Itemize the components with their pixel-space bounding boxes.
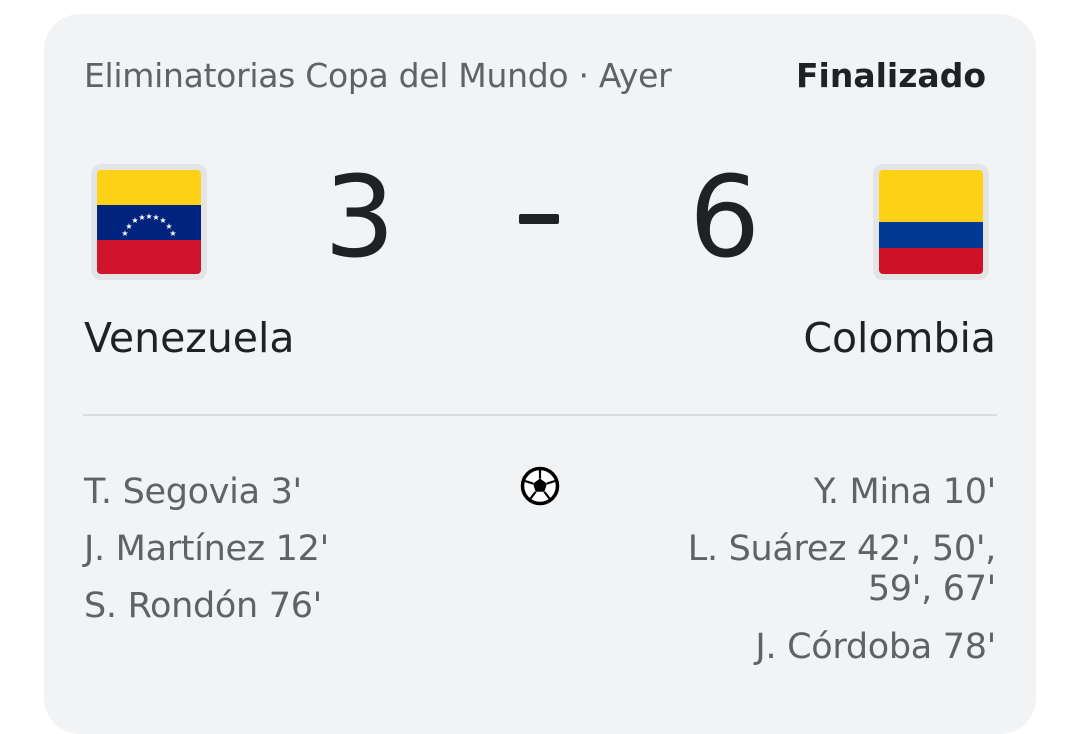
colombia-flag-graphic	[879, 170, 983, 274]
match-card[interactable]: Eliminatorias Copa del Mundo · Ayer Fina…	[44, 14, 1036, 734]
home-scorer: J. Martínez 12'	[84, 529, 329, 569]
home-scorer: T. Segovia 3'	[84, 472, 302, 512]
score-separator	[519, 214, 559, 224]
away-scorers-list: Y. Mina 10' L. Suárez 42', 50', 59', 67'…	[616, 464, 997, 676]
away-team-name[interactable]: Colombia	[803, 314, 996, 362]
svg-text:★: ★	[169, 229, 176, 238]
venezuela-flag-icon[interactable]: ★ ★ ★ ★ ★ ★ ★ ★ ★	[91, 164, 207, 280]
soccer-ball-icon	[520, 466, 560, 506]
away-scorer: L. Suárez 42', 50', 59', 67'	[687, 529, 997, 609]
venezuela-flag-graphic: ★ ★ ★ ★ ★ ★ ★ ★ ★	[97, 170, 201, 274]
home-scorer: S. Rondón 76'	[84, 586, 323, 626]
match-status: Finalizado	[795, 56, 986, 95]
away-scorer: J. Córdoba 78'	[755, 627, 996, 667]
match-header: Eliminatorias Copa del Mundo · Ayer Fina…	[84, 56, 986, 100]
divider	[83, 414, 997, 416]
away-scorer: Y. Mina 10'	[813, 472, 996, 512]
home-team-name[interactable]: Venezuela	[84, 314, 295, 362]
league-date-label: Eliminatorias Copa del Mundo · Ayer	[84, 56, 672, 95]
home-scorers-list: T. Segovia 3' J. Martínez 12' S. Rondón …	[84, 464, 329, 635]
away-score: 6	[689, 153, 761, 283]
home-score: 3	[324, 153, 396, 283]
colombia-flag-icon[interactable]	[873, 164, 989, 280]
